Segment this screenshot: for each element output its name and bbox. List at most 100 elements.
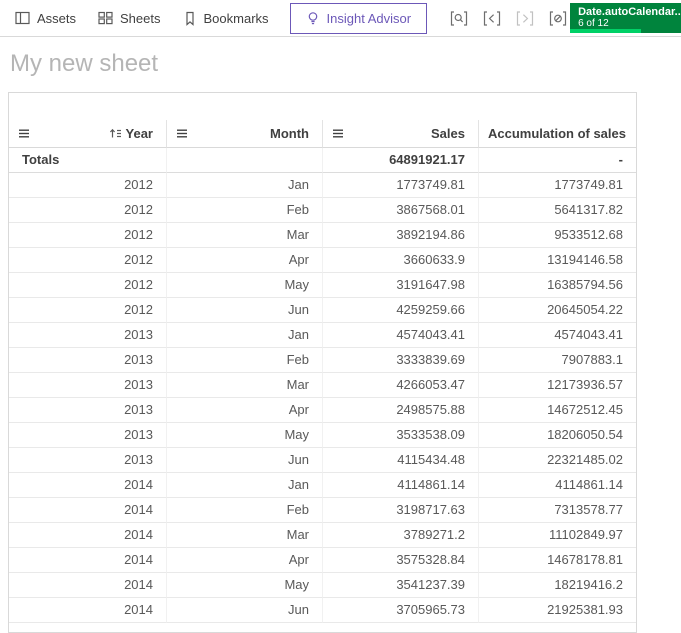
column-header-sales[interactable]: Sales xyxy=(323,120,479,148)
sheets-label: Sheets xyxy=(120,10,161,26)
table-cell: 14672512.45 xyxy=(479,398,636,423)
table-cell[interactable]: 2012 xyxy=(9,223,167,248)
table-cell[interactable]: Jun xyxy=(167,598,323,623)
table-cell[interactable]: 2013 xyxy=(9,398,167,423)
table-body: 2012 Jan 1773749.81 1773749.81 2012 Feb 386756… xyxy=(9,173,636,623)
bookmarks-button[interactable]: Bookmarks xyxy=(172,0,280,36)
table-cell: 13194146.58 xyxy=(479,248,636,273)
totals-cell: Totals xyxy=(9,148,167,173)
table-cell: 21925381.93 xyxy=(479,598,636,623)
selection-progress-bar xyxy=(570,29,641,33)
assets-button[interactable]: Assets xyxy=(4,0,87,36)
column-header-accumulation-of-sales[interactable]: Accumulation of sales xyxy=(479,120,636,148)
selection-chip[interactable]: Date.autoCalendar.... 6 of 12 ✕ xyxy=(570,3,681,33)
table-cell: 3867568.01 xyxy=(323,198,479,223)
table-cell[interactable]: 2013 xyxy=(9,373,167,398)
table-row: 2012 Jan 1773749.81 1773749.81 xyxy=(9,173,636,198)
table-row: 2012 Jun 4259259.66 20645054.22 xyxy=(9,298,636,323)
table-row: 2014 Mar 3789271.2 11102849.97 xyxy=(9,523,636,548)
table-cell[interactable]: Jun xyxy=(167,298,323,323)
table-cell: 7313578.77 xyxy=(479,498,636,523)
table-cell[interactable]: 2012 xyxy=(9,298,167,323)
sheets-icon xyxy=(98,11,113,25)
table-cell[interactable]: 2012 xyxy=(9,273,167,298)
table-cell[interactable]: May xyxy=(167,423,323,448)
table-cell[interactable]: Jan xyxy=(167,173,323,198)
table-cell: 12173936.57 xyxy=(479,373,636,398)
table-cell[interactable]: Apr xyxy=(167,548,323,573)
bookmarks-label: Bookmarks xyxy=(203,10,269,26)
table-cell[interactable]: Apr xyxy=(167,398,323,423)
table-row: 2013 Apr 2498575.88 14672512.45 xyxy=(9,398,636,423)
table-cell[interactable]: 2013 xyxy=(9,423,167,448)
table-header: Year Month Sales Accumulation of sales xyxy=(9,120,636,148)
table-cell[interactable]: 2013 xyxy=(9,348,167,373)
column-menu-icon[interactable] xyxy=(332,128,344,139)
sort-ascending-icon xyxy=(109,128,122,139)
table-cell[interactable]: Mar xyxy=(167,223,323,248)
column-menu-icon[interactable] xyxy=(18,128,30,139)
assets-label: Assets xyxy=(37,10,77,26)
table-cell: 20645054.22 xyxy=(479,298,636,323)
table-cell: 16385794.56 xyxy=(479,273,636,298)
table-row: 2013 Jan 4574043.41 4574043.41 xyxy=(9,323,636,348)
table-cell[interactable]: Feb xyxy=(167,498,323,523)
sheets-button[interactable]: Sheets xyxy=(87,0,171,36)
table-row: 2014 Jun 3705965.73 21925381.93 xyxy=(9,598,636,623)
column-header-month[interactable]: Month xyxy=(167,120,323,148)
table-cell[interactable]: 2012 xyxy=(9,248,167,273)
selections-back-icon[interactable] xyxy=(480,7,504,29)
table-row: 2012 Feb 3867568.01 5641317.82 xyxy=(9,198,636,223)
table-cell[interactable]: Jan xyxy=(167,473,323,498)
selection-chip-count: 6 of 12 xyxy=(578,18,609,29)
table-cell[interactable]: Feb xyxy=(167,198,323,223)
table-cell: 3705965.73 xyxy=(323,598,479,623)
table-cell: 3198717.63 xyxy=(323,498,479,523)
selections-forward-icon xyxy=(513,7,537,29)
table-cell[interactable]: May xyxy=(167,273,323,298)
table-cell: 22321485.02 xyxy=(479,448,636,473)
table-row: 2014 May 3541237.39 18219416.2 xyxy=(9,573,636,598)
table-cell: 3660633.9 xyxy=(323,248,479,273)
table-cell: 4114861.14 xyxy=(479,473,636,498)
table-cell[interactable]: 2012 xyxy=(9,198,167,223)
table-cell: 4115434.48 xyxy=(323,448,479,473)
smart-search-icon[interactable] xyxy=(447,7,471,29)
column-menu-icon[interactable] xyxy=(176,128,188,139)
table-cell[interactable]: Jun xyxy=(167,448,323,473)
table-cell[interactable]: 2013 xyxy=(9,323,167,348)
table-cell: 18206050.54 xyxy=(479,423,636,448)
table-cell[interactable]: Mar xyxy=(167,523,323,548)
table-row: 2013 Mar 4266053.47 12173936.57 xyxy=(9,373,636,398)
clear-selections-icon[interactable] xyxy=(546,7,570,29)
totals-cell: 64891921.17 xyxy=(323,148,479,173)
table-cell[interactable]: 2014 xyxy=(9,548,167,573)
table-cell[interactable]: 2014 xyxy=(9,523,167,548)
column-header-label: Sales xyxy=(431,126,465,141)
table-row: 2012 Mar 3892194.86 9533512.68 xyxy=(9,223,636,248)
table-cell: 1773749.81 xyxy=(479,173,636,198)
table-cell[interactable]: 2014 xyxy=(9,473,167,498)
table-cell[interactable]: May xyxy=(167,573,323,598)
table-cell: 4266053.47 xyxy=(323,373,479,398)
table-cell[interactable]: 2014 xyxy=(9,573,167,598)
table-row: 2013 Feb 3333839.69 7907883.1 xyxy=(9,348,636,373)
insight-advisor-button[interactable]: Insight Advisor xyxy=(289,2,428,34)
table-cell: 9533512.68 xyxy=(479,223,636,248)
table-cell: 14678178.81 xyxy=(479,548,636,573)
table-row: 2012 Apr 3660633.9 13194146.58 xyxy=(9,248,636,273)
table-row: 2014 Apr 3575328.84 14678178.81 xyxy=(9,548,636,573)
table-cell[interactable]: 2014 xyxy=(9,598,167,623)
table-row: 2014 Jan 4114861.14 4114861.14 xyxy=(9,473,636,498)
table-cell[interactable]: 2014 xyxy=(9,498,167,523)
table-cell: 3789271.2 xyxy=(323,523,479,548)
column-header-year[interactable]: Year xyxy=(9,120,167,148)
table-cell[interactable]: 2013 xyxy=(9,448,167,473)
table-cell[interactable]: Mar xyxy=(167,373,323,398)
insight-advisor-label: Insight Advisor xyxy=(326,10,412,26)
table-cell[interactable]: Jan xyxy=(167,323,323,348)
table-cell: 11102849.97 xyxy=(479,523,636,548)
table-cell[interactable]: 2012 xyxy=(9,173,167,198)
table-cell[interactable]: Feb xyxy=(167,348,323,373)
table-cell[interactable]: Apr xyxy=(167,248,323,273)
